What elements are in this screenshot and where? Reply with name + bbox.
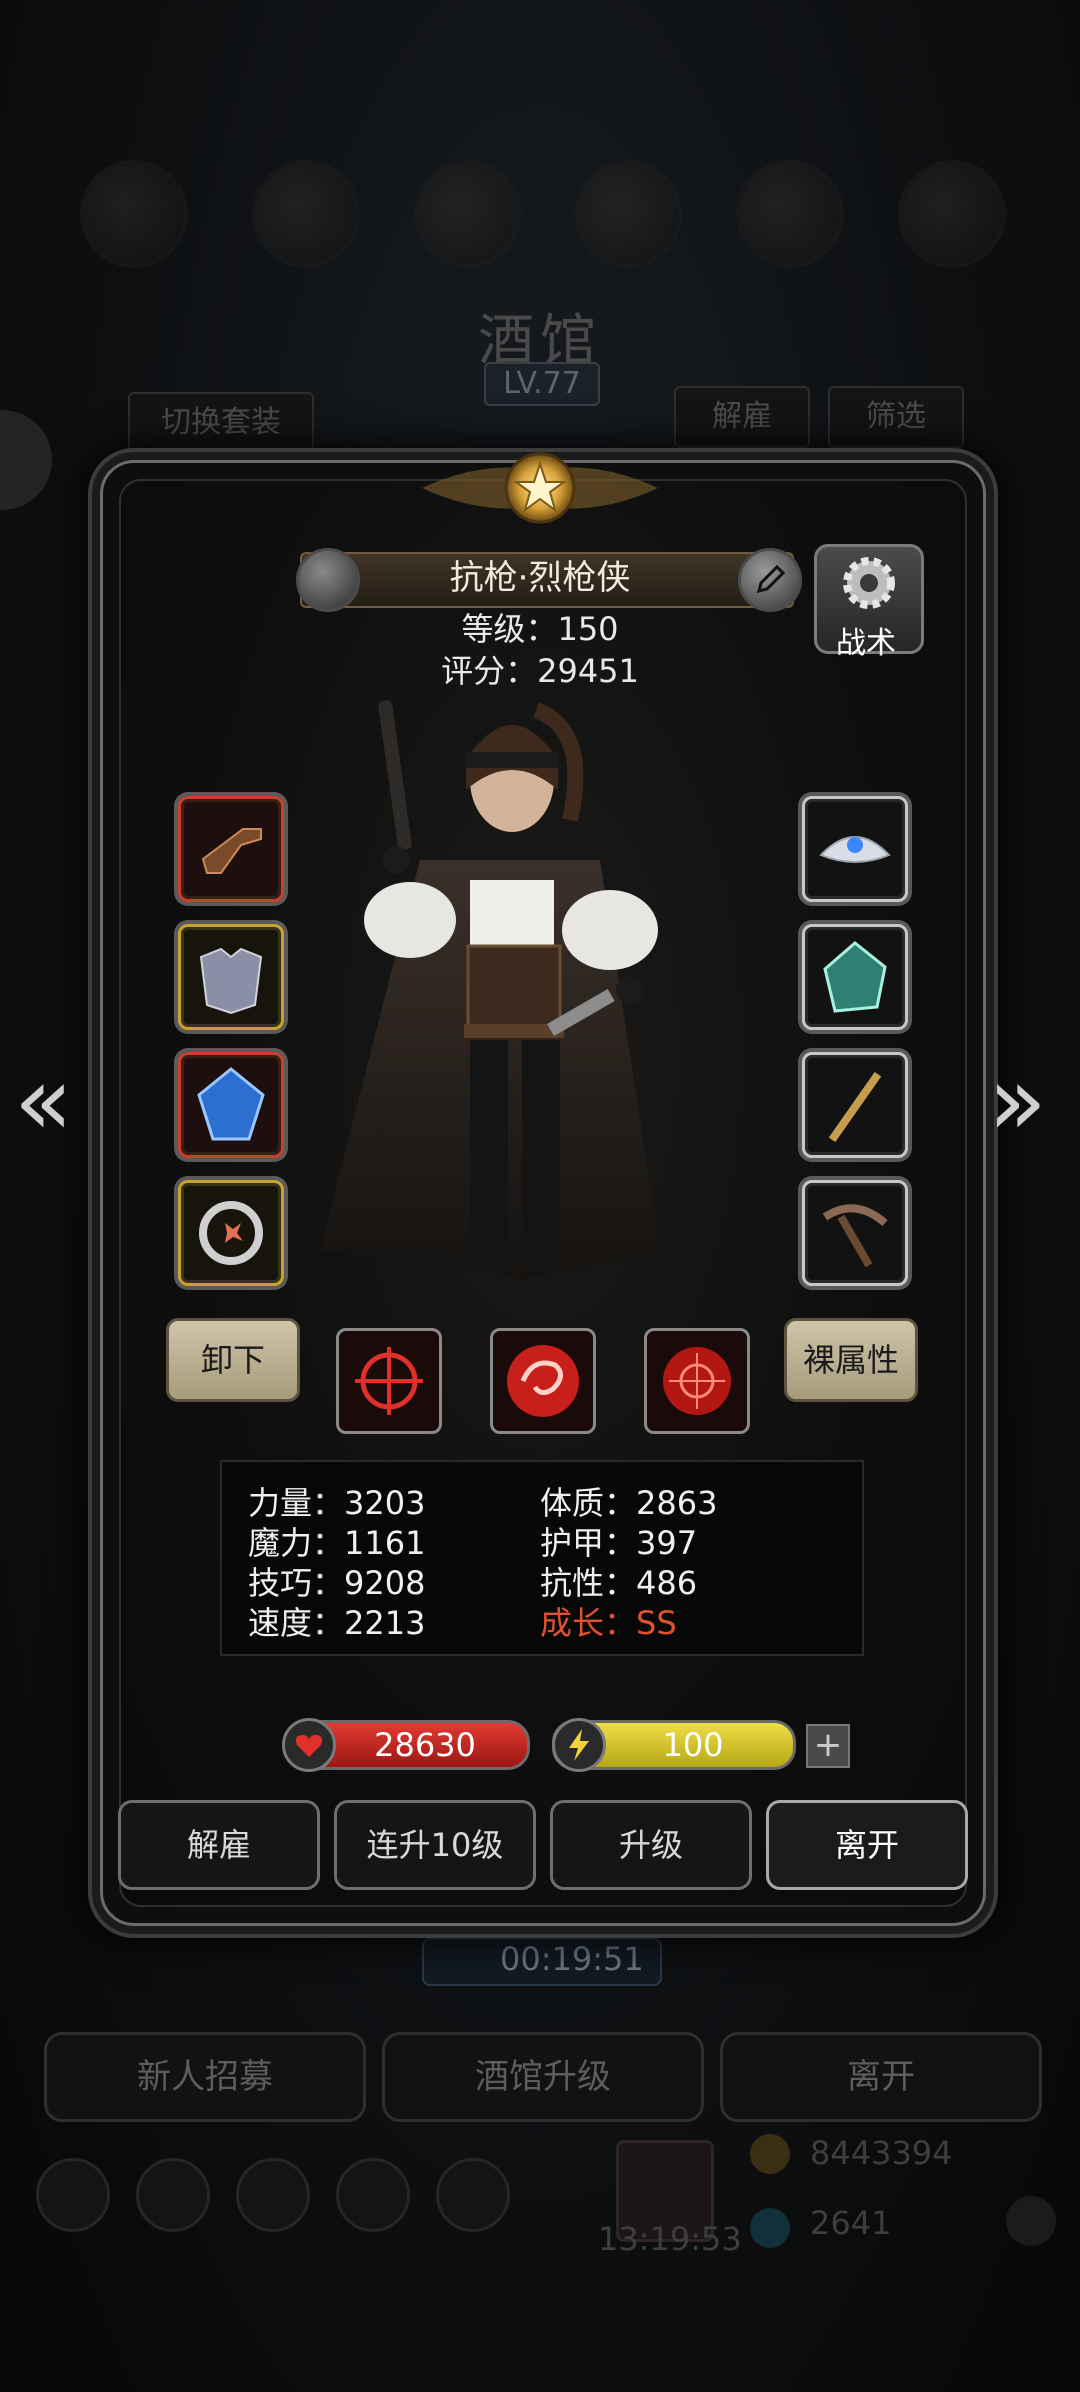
hero-score: 评分：29451 (441, 652, 639, 690)
energy-value: 100 (662, 1726, 724, 1764)
skill-slot-2[interactable] (490, 1328, 596, 1434)
star-emblem-icon (422, 452, 658, 524)
swirl-skill-icon (507, 1345, 579, 1417)
slot-tool[interactable] (802, 1180, 908, 1286)
bottom-nav-icon[interactable] (236, 2158, 310, 2232)
bottom-nav-icon[interactable] (36, 2158, 110, 2232)
gem-icon (750, 2208, 790, 2248)
gold-amount: 8443394 (810, 2134, 953, 2172)
bottom-nav-icon[interactable] (436, 2158, 510, 2232)
ring-icon (199, 1201, 263, 1265)
attr-growth: 成长：SS (540, 1604, 677, 1642)
slot-weapon[interactable] (178, 796, 284, 902)
bottom-nav-icon[interactable] (136, 2158, 210, 2232)
gem-amount: 2641 (810, 2204, 892, 2242)
add-energy-button[interactable]: + (806, 1724, 850, 1768)
level-up-10-button[interactable]: 连升10级 (334, 1800, 536, 1890)
hp-value: 28630 (374, 1726, 476, 1764)
bg-dismiss-button[interactable]: 解雇 (674, 386, 810, 448)
top-menu-orb-icon[interactable] (252, 160, 360, 268)
heart-icon (282, 1718, 336, 1772)
switch-outfit-button[interactable]: 切换套装 (128, 392, 314, 454)
game-clock: 13:19:53 (598, 2220, 742, 2258)
edit-name-icon[interactable] (738, 548, 802, 612)
recruit-timer: 00:19:51 (500, 1940, 644, 1978)
skill-slot-1[interactable] (336, 1328, 442, 1434)
hero-portrait (320, 700, 660, 1280)
dismiss-button[interactable]: 解雇 (118, 1800, 320, 1890)
tiara-icon (819, 836, 891, 863)
bg-leave-button[interactable]: 离开 (720, 2032, 1042, 2122)
crosshair-skill-icon (355, 1347, 423, 1415)
add-currency-icon[interactable] (1006, 2196, 1056, 2246)
hero-level: 等级：150 (461, 610, 619, 648)
top-menu-orb-icon[interactable] (80, 160, 188, 268)
wand-icon (828, 1071, 882, 1143)
previous-hero-arrow-icon[interactable]: « (14, 1045, 73, 1157)
slot-helm[interactable] (802, 796, 908, 902)
slot-ring[interactable] (178, 1180, 284, 1286)
attr-speed: 速度：2213 (248, 1604, 426, 1642)
top-menu-orb-icon[interactable] (736, 160, 844, 268)
filter-button[interactable]: 筛选 (828, 386, 964, 448)
slot-gem[interactable] (178, 1052, 284, 1158)
top-menu-orb-icon[interactable] (574, 160, 682, 268)
top-menu-orb-icon[interactable] (414, 160, 522, 268)
base-attributes-button[interactable]: 裸属性 (784, 1318, 918, 1402)
top-menu-orb-icon[interactable] (898, 160, 1006, 268)
skill-slot-3[interactable] (644, 1328, 750, 1434)
bottom-nav-icon[interactable] (336, 2158, 410, 2232)
crystal-icon (823, 941, 887, 1013)
leave-button[interactable]: 离开 (766, 1800, 968, 1890)
recruit-button[interactable]: 新人招募 (44, 2032, 366, 2122)
unequip-button[interactable]: 卸下 (166, 1318, 300, 1402)
pencil-icon (756, 564, 786, 594)
slot-crystal[interactable] (802, 924, 908, 1030)
pickaxe-icon (822, 1204, 888, 1268)
tavern-level: LV.77 (484, 362, 600, 406)
upgrade-button[interactable]: 升级 (550, 1800, 752, 1890)
slot-wand[interactable] (802, 1052, 908, 1158)
pistol-icon (201, 828, 262, 874)
slot-armor[interactable] (178, 924, 284, 1030)
blue-gem-icon (197, 1067, 265, 1141)
armor-icon (199, 947, 263, 1015)
target-skill-icon (663, 1347, 731, 1415)
gold-coin-icon (750, 2134, 790, 2174)
lightning-icon (552, 1718, 606, 1772)
next-hero-arrow-icon[interactable]: » (988, 1045, 1047, 1157)
upgrade-tavern-button[interactable]: 酒馆升级 (382, 2032, 704, 2122)
